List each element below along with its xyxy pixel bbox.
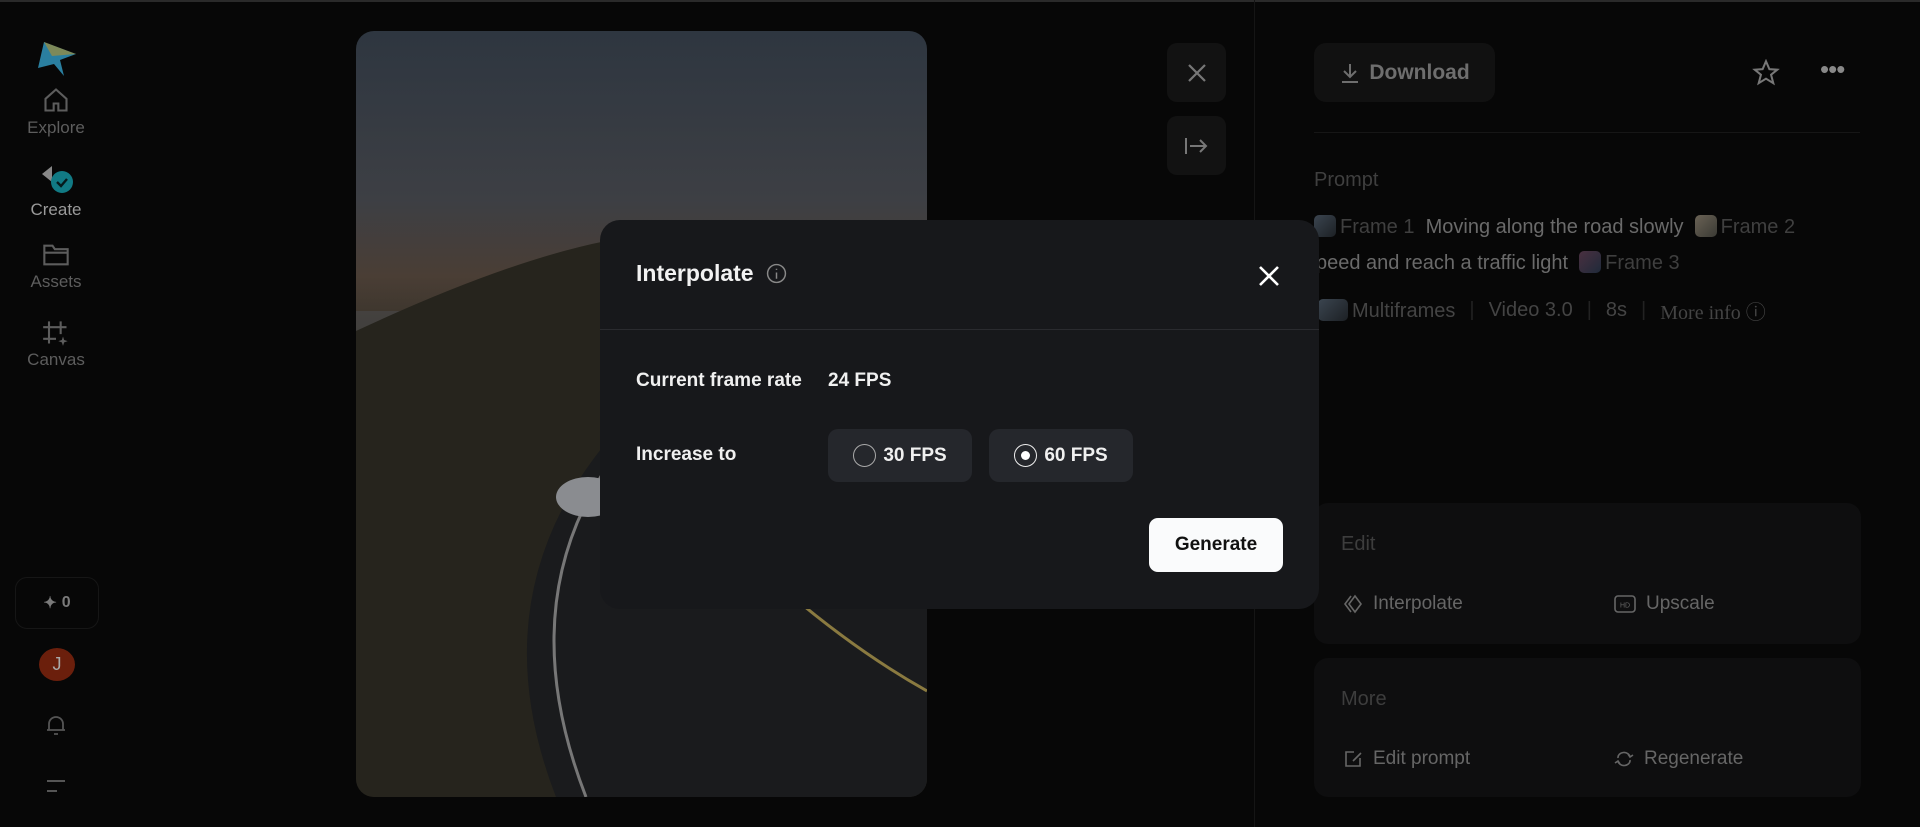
- sidebar-item-explore[interactable]: Explore: [0, 86, 112, 138]
- diamond-icon: [1344, 594, 1362, 614]
- top-border: [0, 0, 1920, 2]
- frame-thumbnail: [1579, 251, 1602, 273]
- download-button[interactable]: Download: [1314, 43, 1495, 102]
- prompt-label: Prompt: [1314, 169, 1379, 191]
- sidebar-item-create[interactable]: Create: [0, 164, 112, 220]
- current-frame-rate-value: 24 FPS: [828, 370, 892, 391]
- svg-text:HD: HD: [1620, 603, 1630, 610]
- upscale-action[interactable]: HD Upscale: [1614, 593, 1715, 615]
- close-viewer-button[interactable]: [1167, 43, 1226, 102]
- radio-60fps[interactable]: [1014, 444, 1038, 467]
- edit-title: Edit: [1341, 533, 1376, 555]
- close-icon: [1259, 266, 1279, 286]
- prompt-text: Frame 1 Moving along the road slowly Fra…: [1314, 215, 1796, 274]
- bell-icon[interactable]: [44, 713, 68, 742]
- sparkle-icon: ✦: [43, 595, 57, 612]
- current-frame-rate-label: Current frame rate: [636, 370, 802, 391]
- logo[interactable]: [38, 42, 76, 83]
- refresh-icon: [1614, 751, 1634, 767]
- interpolate-dialog: Interpolate Current frame rate 24 FPS In…: [600, 220, 1319, 609]
- multiframe-thumbnail: [1318, 298, 1348, 321]
- edit-icon: [1345, 751, 1362, 767]
- more-options-icon[interactable]: •••: [1820, 56, 1845, 82]
- generation-meta: Multiframes | Video 3.0 | 8s | More info ⓘ: [1318, 296, 1766, 325]
- info-icon: ⓘ: [1745, 302, 1766, 324]
- collapse-panel-button[interactable]: [1167, 116, 1226, 175]
- sidebar-item-assets[interactable]: Assets: [0, 242, 112, 292]
- increase-to-label: Increase to: [636, 444, 737, 465]
- info-icon[interactable]: [766, 263, 787, 284]
- star-icon[interactable]: [1752, 58, 1780, 91]
- credits-button[interactable]: ✦ 0: [15, 577, 99, 629]
- dialog-divider: [600, 329, 1319, 330]
- edit-prompt-action[interactable]: Edit prompt: [1343, 748, 1470, 770]
- option-30fps[interactable]: 30 FPS: [828, 429, 972, 482]
- dialog-close-button[interactable]: [1257, 264, 1281, 293]
- folder-icon: [43, 244, 69, 266]
- generate-button[interactable]: Generate: [1149, 518, 1283, 572]
- menu-icon[interactable]: [45, 778, 67, 799]
- more-title: More: [1341, 688, 1387, 710]
- arrow-to-right-icon: [1184, 137, 1207, 154]
- edit-card: Edit Interpolate HD Upscale: [1314, 503, 1861, 644]
- divider: [1314, 132, 1860, 133]
- dialog-title: Interpolate: [636, 260, 787, 287]
- download-icon: [1342, 63, 1359, 83]
- hd-icon: HD: [1614, 595, 1636, 613]
- radio-30fps[interactable]: [853, 444, 877, 467]
- avatar[interactable]: J: [39, 648, 75, 681]
- canvas-icon: [43, 321, 68, 346]
- sidebar-item-canvas[interactable]: Canvas: [0, 320, 112, 370]
- more-card: More Edit prompt Regenerate: [1314, 658, 1861, 797]
- more-info-link[interactable]: More info ⓘ: [1660, 296, 1766, 325]
- interpolate-action[interactable]: Interpolate: [1343, 593, 1463, 615]
- option-60fps[interactable]: 60 FPS: [989, 429, 1133, 482]
- create-icon: [42, 166, 73, 193]
- home-icon: [44, 88, 68, 112]
- regenerate-action[interactable]: Regenerate: [1614, 748, 1743, 770]
- frame-thumbnail: [1694, 215, 1717, 237]
- close-icon: [1187, 63, 1206, 82]
